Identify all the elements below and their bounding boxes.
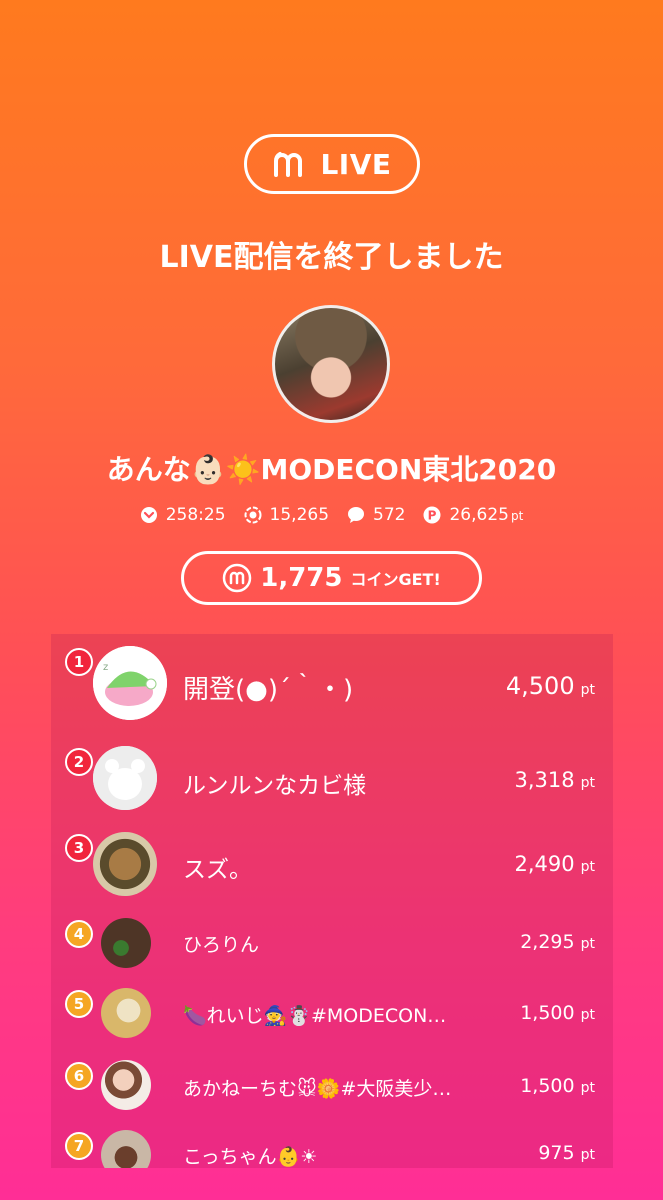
user-avatar[interactable] xyxy=(93,832,157,896)
user-name: スズ。 xyxy=(183,857,252,883)
rank-badge: 5 xyxy=(65,990,93,1018)
p-coin-icon: P xyxy=(423,506,441,524)
streamer-name: あんな👶🏻☀️MODECON東北2020 xyxy=(106,453,557,486)
stat-points: P 26,625 pt xyxy=(423,505,523,525)
points-unit: pt xyxy=(580,859,595,875)
user-avatar[interactable] xyxy=(101,918,151,968)
points-value: 26,625 xyxy=(449,505,509,525)
streamer-avatar[interactable] xyxy=(272,305,390,423)
chevron-circle-icon xyxy=(140,507,157,523)
svg-text:z: z xyxy=(103,662,108,673)
comments-value: 572 xyxy=(373,505,406,525)
ranking-row[interactable]: 4 ひろりん 2,295 pt xyxy=(51,916,613,976)
rank-badge: 1 xyxy=(65,648,93,676)
stat-comments: 572 xyxy=(347,505,405,525)
points-number: 2,295 xyxy=(520,931,575,953)
points-unit: pt xyxy=(580,1007,595,1023)
user-points: 975 pt xyxy=(538,1142,595,1164)
ranking-row[interactable]: 6 あかねーちむ🐭🌼#大阪美少… 1,500 pt xyxy=(51,1058,613,1118)
m-logo-icon xyxy=(274,152,303,177)
rank-badge: 6 xyxy=(65,1062,93,1090)
ranking-list: 1 z 開登(●)´｀・) 4,500 pt 2 ルンルンなカビ様 3,318 … xyxy=(51,634,613,1168)
user-avatar[interactable] xyxy=(93,746,157,810)
ranking-row[interactable]: 5 🍆れいじ🧙☃️#MODECON… 1,500 pt xyxy=(51,986,613,1046)
user-avatar[interactable] xyxy=(101,1060,151,1110)
points-number: 2,490 xyxy=(514,852,575,876)
user-name: 🍆れいじ🧙☃️#MODECON… xyxy=(183,1005,447,1027)
points-unit: pt xyxy=(580,775,595,791)
stream-stats: 258:25 15,265 572 P 26,625 pt xyxy=(0,505,663,525)
points-number: 975 xyxy=(538,1142,575,1164)
eye-ring-icon xyxy=(244,506,262,524)
page-title: LIVE配信を終了しました xyxy=(159,240,504,275)
rank-badge: 3 xyxy=(65,834,93,862)
svg-text:P: P xyxy=(428,509,437,523)
user-avatar[interactable] xyxy=(101,1130,151,1168)
user-points: 2,490 pt xyxy=(514,852,595,876)
points-number: 1,500 xyxy=(520,1075,575,1097)
rank-badge: 7 xyxy=(65,1132,93,1160)
user-name: ひろりん xyxy=(183,934,260,956)
points-unit: pt xyxy=(580,1147,595,1163)
user-points: 3,318 pt xyxy=(514,768,595,792)
user-name: 開登(●)´｀・) xyxy=(183,675,354,705)
points-unit: pt xyxy=(580,936,595,952)
coin-label: コインGET! xyxy=(350,570,441,589)
user-avatar[interactable] xyxy=(101,988,151,1038)
points-unit: pt xyxy=(580,682,595,698)
points-unit: pt xyxy=(510,509,524,523)
user-points: 4,500 pt xyxy=(506,672,595,700)
user-points: 1,500 pt xyxy=(520,1002,595,1024)
coin-amount: 1,775 xyxy=(260,563,343,593)
points-unit: pt xyxy=(580,1080,595,1096)
viewers-value: 15,265 xyxy=(269,505,330,525)
rank-badge: 4 xyxy=(65,920,93,948)
stat-duration: 258:25 xyxy=(140,505,226,525)
user-points: 1,500 pt xyxy=(520,1075,595,1097)
default-bear-avatar-icon xyxy=(93,746,157,810)
ranking-row[interactable]: 3 スズ。 2,490 pt xyxy=(51,830,613,904)
user-points: 2,295 pt xyxy=(520,931,595,953)
duration-value: 258:25 xyxy=(165,505,226,525)
points-number: 3,318 xyxy=(514,768,575,792)
stat-viewers: 15,265 xyxy=(244,505,329,525)
speech-bubble-icon xyxy=(348,507,365,523)
ranking-row[interactable]: 7 こっちゃん👶☀ 975 pt xyxy=(51,1128,613,1168)
points-number: 1,500 xyxy=(520,1002,575,1024)
user-avatar[interactable]: z xyxy=(93,646,167,720)
points-number: 4,500 xyxy=(505,672,575,700)
user-name: ルンルンなカビ様 xyxy=(183,773,367,799)
m-coin-icon xyxy=(222,563,252,593)
user-name: こっちゃん👶☀ xyxy=(183,1146,318,1168)
ranking-row[interactable]: 1 z 開登(●)´｀・) 4,500 pt xyxy=(51,644,613,728)
coin-earned-badge: 1,775 コインGET! xyxy=(181,551,482,605)
logo-live-text: LIVE xyxy=(320,147,392,181)
mixchannel-live-logo: LIVE xyxy=(244,134,420,194)
user-name: あかねーちむ🐭🌼#大阪美少… xyxy=(183,1078,452,1100)
ranking-row[interactable]: 2 ルンルンなカビ様 3,318 pt xyxy=(51,744,613,818)
rank-badge: 2 xyxy=(65,748,93,776)
